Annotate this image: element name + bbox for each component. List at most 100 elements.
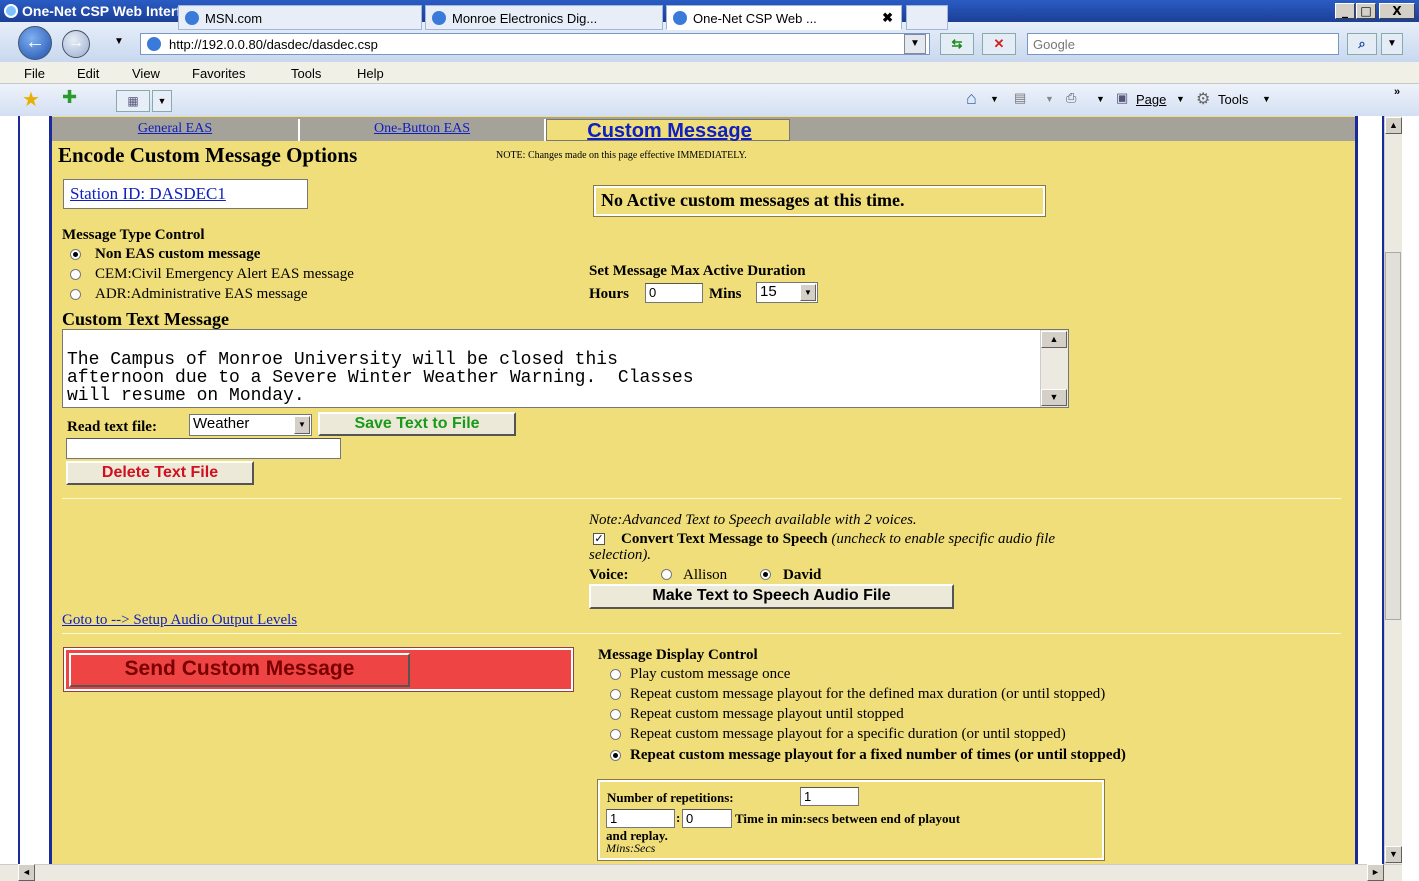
ie-page-icon xyxy=(673,11,687,25)
menu-edit[interactable]: Edit xyxy=(77,66,99,81)
scroll-right-icon[interactable]: ► xyxy=(1367,864,1384,881)
time-separator: : xyxy=(676,810,681,825)
voice-allison-label: Allison xyxy=(683,567,728,583)
search-input[interactable]: Google xyxy=(1027,33,1339,55)
radio-non-eas-label: Non EAS custom message xyxy=(95,246,261,262)
tab-monroe[interactable]: Monroe Electronics Dig... xyxy=(425,5,663,30)
tab-general-eas[interactable]: General EAS xyxy=(52,119,300,141)
delete-text-button[interactable]: Delete Text File xyxy=(66,461,254,485)
tab-list-dropdown-icon[interactable]: ▼ xyxy=(152,90,172,112)
radio-adr-label: ADR:Administrative EAS message xyxy=(95,286,308,302)
radio-cem[interactable] xyxy=(70,269,81,280)
minimize-button[interactable]: _ xyxy=(1335,3,1355,19)
custom-text-area[interactable]: The Campus of Monroe University will be … xyxy=(62,329,1069,408)
radio-repeat-duration-label: Repeat custom message playout for a spec… xyxy=(630,726,1066,742)
ie-page-icon xyxy=(185,11,199,25)
repetitions-input[interactable]: 1 xyxy=(800,787,859,806)
convert-tts-checkbox[interactable]: ✓ xyxy=(593,533,605,545)
radio-adr[interactable] xyxy=(70,289,81,300)
replay-secs-input[interactable]: 0 xyxy=(682,809,732,828)
feeds-dropdown-icon[interactable]: ▼ xyxy=(1045,94,1054,104)
tab-one-net[interactable]: One-Net CSP Web ... ✖ xyxy=(666,5,902,30)
ie-page-icon xyxy=(432,11,446,25)
gear-icon[interactable]: ⚙ xyxy=(1196,89,1210,109)
radio-repeat-until-stopped[interactable] xyxy=(610,709,621,720)
radio-voice-david[interactable] xyxy=(760,569,771,580)
page-note: NOTE: Changes made on this page effectiv… xyxy=(496,150,747,161)
mins-select[interactable]: 15 ▼ xyxy=(756,282,818,303)
refresh-icon[interactable]: ⇆ xyxy=(940,33,974,55)
radio-voice-allison[interactable] xyxy=(661,569,672,580)
favorites-star-icon[interactable]: ★ xyxy=(22,87,40,112)
radio-non-eas[interactable] xyxy=(70,249,81,260)
tools-menu[interactable]: Tools xyxy=(1218,92,1248,107)
print-icon[interactable]: ⎙ xyxy=(1066,90,1076,106)
radio-play-once[interactable] xyxy=(610,669,621,680)
scroll-up-icon[interactable]: ▲ xyxy=(1385,117,1402,134)
textarea-scroll-down-icon[interactable]: ▼ xyxy=(1041,389,1067,406)
menu-file[interactable]: File xyxy=(24,66,45,81)
add-favorites-icon[interactable]: ✚ xyxy=(62,87,77,108)
read-file-select[interactable]: Weather ▼ xyxy=(189,414,312,436)
tab-msn[interactable]: MSN.com xyxy=(178,5,422,30)
scroll-down-icon[interactable]: ▼ xyxy=(1385,846,1402,863)
page-menu-icon[interactable]: ▣ xyxy=(1116,90,1128,106)
divider xyxy=(62,633,1341,634)
horizontal-scrollbar[interactable] xyxy=(0,864,1402,881)
address-input[interactable]: http://192.0.0.80/dasdec/dasdec.csp xyxy=(140,33,930,55)
hours-input[interactable]: 0 xyxy=(645,283,703,303)
save-text-button[interactable]: Save Text to File xyxy=(318,412,516,436)
feeds-icon[interactable]: ▤ xyxy=(1014,90,1026,106)
send-custom-message-button[interactable]: Send Custom Message xyxy=(69,653,410,687)
menu-help[interactable]: Help xyxy=(357,66,384,81)
tools-dropdown-icon[interactable]: ▼ xyxy=(1262,94,1271,104)
display-control-title: Message Display Control xyxy=(598,647,758,663)
menu-tools[interactable]: Tools xyxy=(291,66,321,81)
station-id-link[interactable]: Station ID: DASDEC1 xyxy=(70,184,226,204)
close-tab-icon[interactable]: ✖ xyxy=(882,10,893,26)
filename-input[interactable] xyxy=(66,438,341,459)
read-file-label: Read text file: xyxy=(67,419,157,435)
home-dropdown-icon[interactable]: ▼ xyxy=(990,94,999,104)
textarea-scroll-up-icon[interactable]: ▲ xyxy=(1041,331,1067,348)
scrollbar-thumb[interactable] xyxy=(1385,252,1401,620)
left-border xyxy=(18,116,52,864)
menu-bar: File Edit View Favorites Tools Help xyxy=(0,62,1419,84)
maximize-button[interactable]: □ xyxy=(1356,3,1376,19)
menu-view[interactable]: View xyxy=(132,66,160,81)
mins-label: Mins xyxy=(709,286,742,302)
make-tts-button[interactable]: Make Text to Speech Audio File xyxy=(589,584,954,609)
page-dropdown-icon[interactable]: ▼ xyxy=(1176,94,1185,104)
convert-tts-hint: selection). xyxy=(589,547,652,563)
radio-repeat-max[interactable] xyxy=(610,689,621,700)
close-button[interactable]: X xyxy=(1379,3,1415,19)
menu-favorites[interactable]: Favorites xyxy=(192,66,245,81)
search-icon[interactable]: ⌕ xyxy=(1347,33,1377,55)
tab-custom-message[interactable]: Custom Message xyxy=(546,119,790,142)
message-type-title: Message Type Control xyxy=(62,227,205,243)
tab-one-button-eas[interactable]: One-Button EAS xyxy=(300,119,546,141)
radio-repeat-fixed[interactable] xyxy=(610,750,621,761)
scroll-left-icon[interactable]: ◄ xyxy=(18,864,35,881)
back-arrow-icon[interactable]: ← xyxy=(18,26,52,60)
chevron-more-icon[interactable]: » xyxy=(1394,86,1400,98)
voice-david-label: David xyxy=(783,567,822,583)
print-dropdown-icon[interactable]: ▼ xyxy=(1096,94,1105,104)
radio-repeat-duration[interactable] xyxy=(610,729,621,740)
replay-time-label: Time in min:secs between end of playout xyxy=(735,811,961,826)
history-dropdown-icon[interactable]: ▼ xyxy=(114,36,124,47)
replay-mins-input[interactable]: 1 xyxy=(606,809,675,828)
forward-arrow-icon[interactable]: → xyxy=(62,30,90,58)
right-border xyxy=(1355,116,1384,864)
page-menu[interactable]: Page xyxy=(1136,92,1166,107)
home-icon[interactable]: ⌂ xyxy=(966,88,977,109)
search-options-icon[interactable]: ▼ xyxy=(1381,33,1403,55)
active-status-text: No Active custom messages at this time. xyxy=(601,190,905,210)
page-ie-icon xyxy=(146,36,162,52)
address-dropdown-icon[interactable]: ▼ xyxy=(904,34,926,54)
stop-icon[interactable]: ✕ xyxy=(982,33,1016,55)
audio-levels-link[interactable]: Goto to --> Setup Audio Output Levels xyxy=(62,612,297,629)
new-tab-button[interactable] xyxy=(906,5,948,30)
quick-tabs-icon[interactable]: ▦ xyxy=(116,90,150,112)
chevron-down-icon: ▼ xyxy=(800,284,816,301)
